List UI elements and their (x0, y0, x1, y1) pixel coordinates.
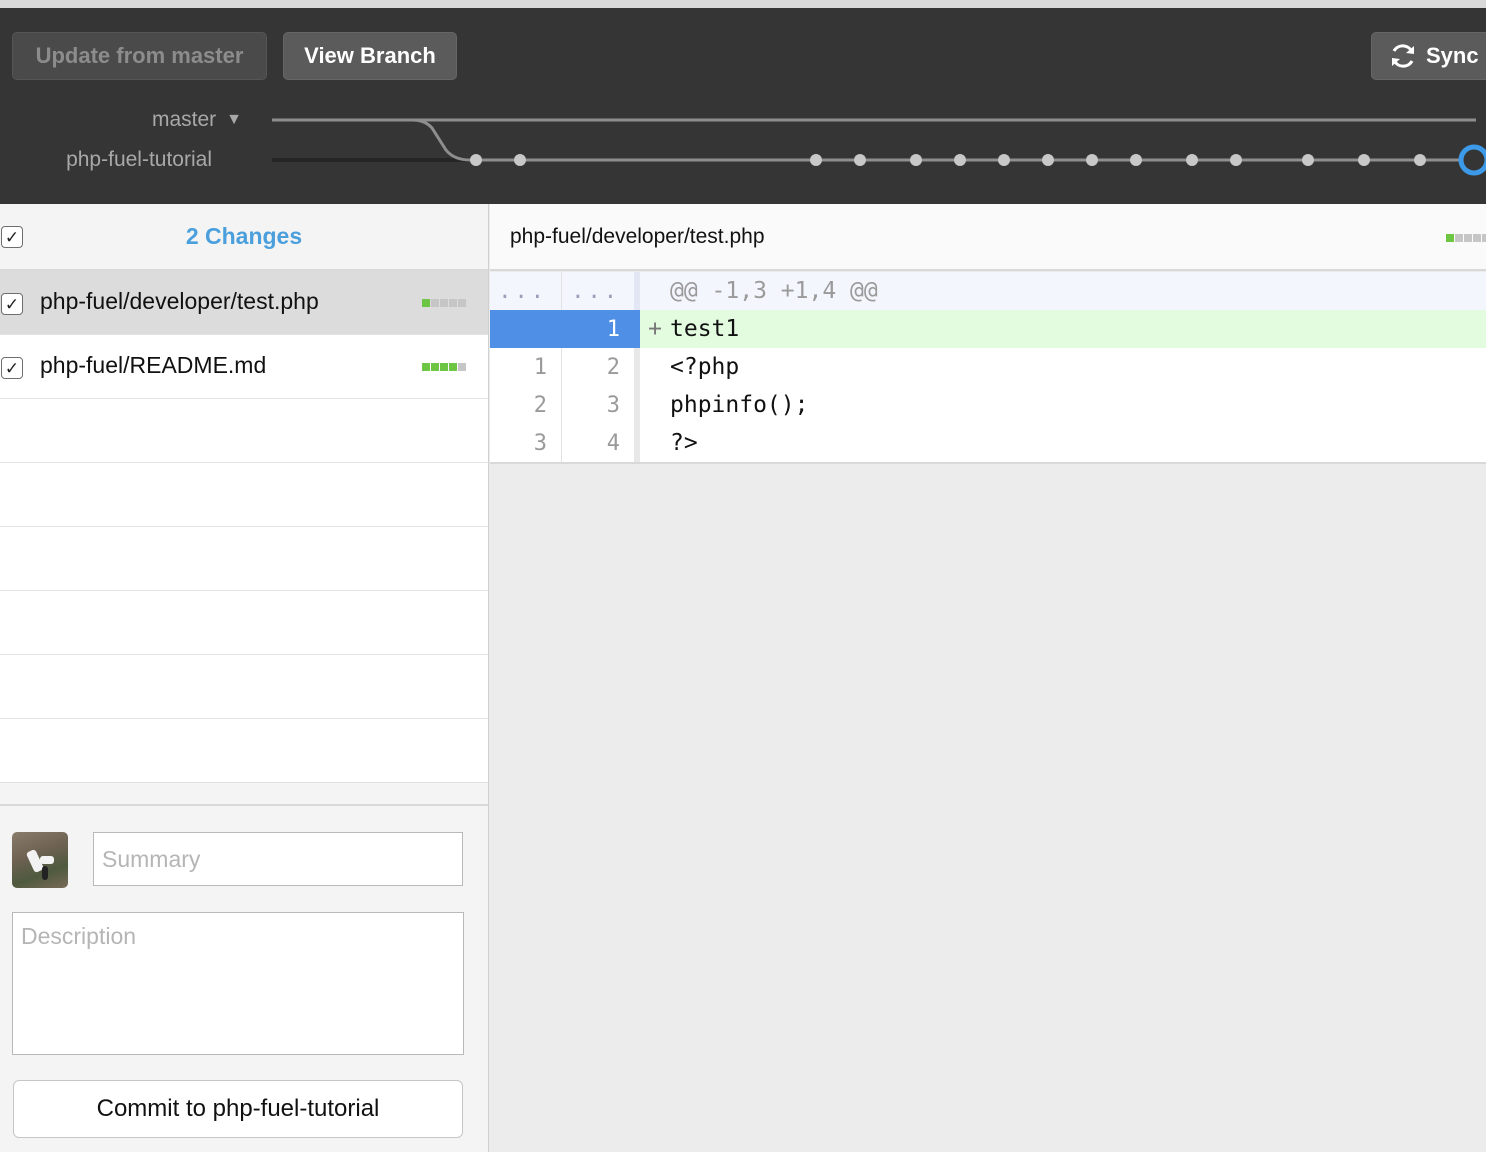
hunk-header-row[interactable]: ... ... @@ -1,3 +1,4 @@ (490, 272, 1486, 310)
diff-file-path: php-fuel/developer/test.php (510, 224, 765, 248)
commit-panel: Commit to php-fuel-tutorial (0, 804, 488, 1152)
diff-line-added[interactable]: 1 + test1 (490, 310, 1486, 348)
commit-button[interactable]: Commit to php-fuel-tutorial (13, 1080, 463, 1138)
changes-header: ✓ 2 Changes (0, 204, 488, 271)
new-line-number: ... (562, 272, 640, 310)
select-all-checkbox[interactable]: ✓ (1, 226, 23, 248)
diffstat-indicator (422, 363, 466, 371)
new-line-number[interactable]: 1 (562, 310, 640, 348)
diff-panel: php-fuel/developer/test.php ... ... @@ -… (490, 204, 1486, 1152)
code-text: ?> (670, 430, 698, 456)
summary-input[interactable] (93, 832, 463, 886)
changes-count-title: 2 Changes (185, 223, 303, 249)
diff-view: ... ... @@ -1,3 +1,4 @@ 1 + test1 1 2 <?… (490, 272, 1486, 464)
code-text: test1 (670, 316, 740, 342)
branch-graph (272, 118, 1486, 176)
file-checkbox[interactable]: ✓ (1, 357, 23, 379)
diffstat-indicator (422, 299, 466, 307)
diffstat-indicator (1446, 234, 1486, 242)
empty-row (0, 591, 488, 655)
old-line-number: 1 (490, 348, 562, 386)
diff-marker: + (648, 316, 662, 342)
old-line-number (490, 310, 562, 348)
old-line-number: 2 (490, 386, 562, 424)
empty-row (0, 719, 488, 783)
new-line-number: 3 (562, 386, 640, 424)
new-line-number: 2 (562, 348, 640, 386)
empty-row (0, 655, 488, 719)
diff-line-context[interactable]: 2 3 phpinfo(); (490, 386, 1486, 424)
file-checkbox[interactable]: ✓ (1, 293, 23, 315)
empty-row (0, 399, 488, 463)
uncommitted-changes-node[interactable] (1458, 144, 1486, 176)
changes-sidebar: ✓ 2 Changes ✓ php-fuel/developer/test.ph… (0, 204, 489, 1152)
diff-header: php-fuel/developer/test.php (490, 204, 1486, 271)
file-name: php-fuel/README.md (40, 352, 267, 378)
toolbar: Update from master View Branch Sync mast… (0, 0, 1486, 204)
description-input[interactable] (12, 912, 464, 1055)
changed-file-row[interactable]: ✓ php-fuel/developer/test.php (0, 271, 488, 335)
old-line-number: 3 (490, 424, 562, 462)
changed-files-list: ✓ php-fuel/developer/test.php ✓ php-fuel… (0, 271, 488, 783)
avatar (12, 832, 68, 888)
empty-row (0, 527, 488, 591)
empty-row (0, 463, 488, 527)
file-name: php-fuel/developer/test.php (40, 288, 319, 314)
changed-file-row[interactable]: ✓ php-fuel/README.md (0, 335, 488, 399)
diff-line-context[interactable]: 3 4 ?> (490, 424, 1486, 462)
old-line-number: ... (490, 272, 562, 310)
diff-line-context[interactable]: 1 2 <?php (490, 348, 1486, 386)
hunk-header: @@ -1,3 +1,4 @@ (670, 278, 878, 304)
code-text: <?php (670, 354, 740, 380)
code-text: phpinfo(); (670, 392, 809, 418)
new-line-number: 4 (562, 424, 640, 462)
